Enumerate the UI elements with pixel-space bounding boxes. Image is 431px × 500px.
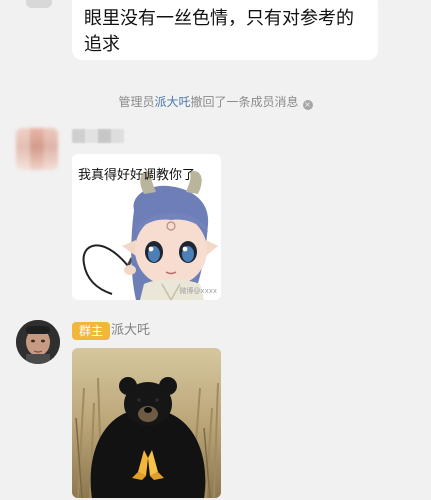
sticker-watermark: 微博@xxxx bbox=[179, 287, 217, 295]
sender-name-blurred bbox=[72, 129, 124, 143]
image-message[interactable] bbox=[72, 348, 221, 498]
sender-avatar-blurred[interactable] bbox=[16, 128, 58, 170]
admin-name-link[interactable]: 派大吒 bbox=[154, 95, 190, 109]
sticker-caption: 我真得好好调教你了 bbox=[78, 168, 196, 183]
group-owner-badge: 群主 bbox=[72, 322, 111, 340]
recall-notice: 管理员派大吒撤回了一条成员消息 × bbox=[0, 93, 431, 110]
previous-sender-avatar[interactable] bbox=[26, 0, 52, 8]
owner-name[interactable]: 派大吒 bbox=[111, 322, 150, 340]
owner-avatar[interactable] bbox=[16, 320, 60, 364]
message-text: 眼里没有一丝色情，只有对参考的追求 bbox=[84, 8, 354, 55]
notice-suffix: 撤回了一条成员消息 bbox=[190, 95, 299, 109]
sticker-message[interactable]: 我真得好好调教你了 微博@xxxx bbox=[72, 154, 221, 300]
notice-prefix: 管理员 bbox=[118, 95, 155, 109]
text-message-bubble[interactable]: 眼里没有一丝色情，只有对参考的追求 bbox=[72, 0, 378, 60]
black-bear-praying-photo bbox=[72, 348, 221, 498]
owner-avatar-photo bbox=[16, 320, 60, 364]
close-icon[interactable]: × bbox=[302, 100, 313, 110]
